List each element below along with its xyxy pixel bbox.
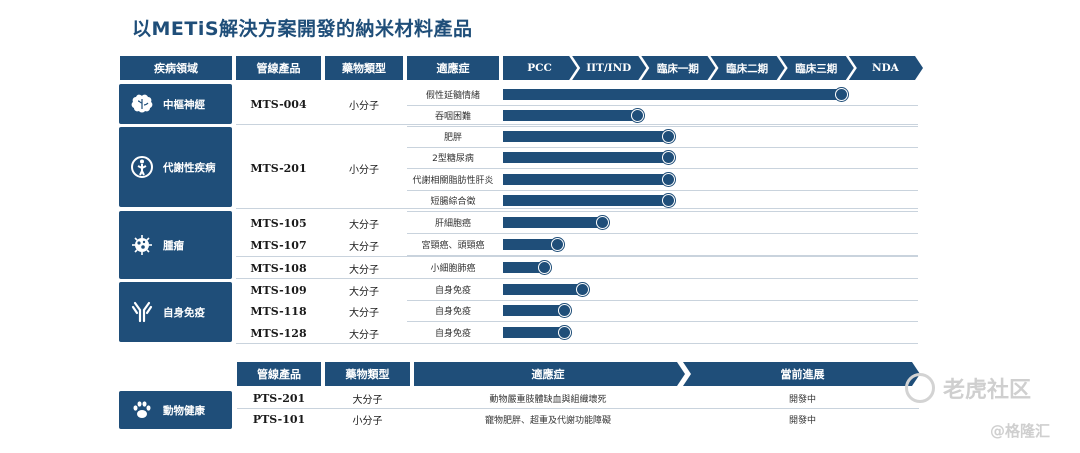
progress-endpoint (558, 303, 572, 317)
watermark-credit: @格隆汇 (990, 422, 1051, 440)
product-type: 大分子 (349, 241, 379, 253)
progress-endpoint (551, 237, 565, 251)
indication-label: 吞咽困難 (434, 112, 471, 122)
stage-label: 臨床一期 (656, 62, 699, 75)
progress-endpoint (575, 282, 589, 296)
animal-indication: 動物嚴重肢體缺血與組織壞死 (489, 394, 607, 405)
paw-icon (127, 395, 157, 425)
indication-separator (407, 343, 918, 344)
row-separator (236, 208, 918, 209)
animal-status: 開發中 (788, 415, 816, 426)
animal-product-type: 小分子 (352, 415, 383, 427)
product-type: 大分子 (349, 286, 379, 298)
area-label: 中樞神經 (163, 98, 205, 111)
area-label: 動物健康 (163, 404, 205, 417)
area-label: 自身免疫 (163, 306, 205, 319)
product-type: 小分子 (349, 100, 379, 112)
product-name: MTS-109 (250, 283, 307, 297)
page-title: 以METiS解決方案開發的納米材料產品 (132, 18, 473, 40)
progress-endpoint (834, 87, 848, 101)
indication-label: 自身免疫 (434, 307, 471, 317)
animal-header-product: 管線產品 (237, 362, 321, 386)
product-name: MTS-201 (250, 161, 307, 175)
area-label: 腫瘤 (163, 239, 184, 252)
tiger-logo-icon (905, 373, 935, 403)
area-label: 代謝性疾病 (163, 161, 216, 174)
product-type: 大分子 (349, 219, 379, 231)
progress-endpoint (662, 129, 675, 143)
area-animal-health: 動物健康 (119, 391, 232, 429)
indication-label: 自身免疫 (434, 286, 471, 296)
progress-bar (503, 89, 842, 100)
indication-label: 小細胞肺癌 (430, 264, 476, 274)
product-name: MTS-004 (250, 97, 307, 111)
product-type: 大分子 (349, 307, 379, 319)
progress-endpoint (596, 215, 610, 229)
product-name: MTS-107 (250, 238, 307, 252)
indication-label: 短腸綜合徵 (430, 197, 476, 207)
header-type: 藥物類型 (325, 56, 403, 80)
indication-label: 肝細胞癌 (434, 219, 471, 229)
progress-endpoint (537, 260, 551, 274)
stage-label: IIT/IND (586, 62, 632, 74)
indication-label: 2型糖尿病 (432, 154, 474, 164)
animal-product-type: 大分子 (352, 394, 383, 406)
area-metabolic: 代謝性疾病 (119, 127, 232, 207)
stage-label: 臨床三期 (795, 62, 838, 75)
product-type: 大分子 (349, 264, 379, 276)
indication-label: 自身免疫 (434, 329, 471, 339)
header-product: 管線產品 (236, 56, 321, 80)
watermark-brand: 老虎社区 (905, 372, 1031, 404)
indication-label: 代謝相關脂肪性肝炎 (412, 176, 494, 186)
progress-bar (503, 239, 559, 250)
header-area: 疾病領域 (120, 56, 232, 80)
animal-product-name: PTS-201 (252, 391, 306, 405)
animal-header-status: 當前進展 (780, 368, 825, 381)
area-autoimmune: 自身免疫 (119, 282, 232, 342)
stage-label: NDA (871, 62, 899, 74)
product-type: 大分子 (349, 329, 379, 341)
row-separator (236, 124, 918, 125)
header-indication: 適應症 (407, 56, 499, 80)
area-cns: 中樞神經 (119, 84, 232, 124)
animal-header-indication: 適應症 (531, 368, 565, 381)
product-name: MTS-128 (250, 326, 307, 340)
indication-separator (407, 255, 918, 256)
animal-product-name: PTS-101 (252, 412, 306, 426)
stage-label: 臨床二期 (726, 62, 769, 75)
animal-indication: 寵物肥胖、超重及代謝功能障礙 (484, 415, 611, 426)
progress-endpoint (662, 150, 675, 164)
animal-header-type: 藥物類型 (325, 362, 410, 386)
progress-bar (503, 217, 604, 228)
animal-status: 開發中 (788, 394, 816, 405)
indication-label: 肥胖 (443, 133, 462, 143)
progress-bar (503, 110, 638, 121)
indication-label: 宮頸癌、頭頸癌 (421, 241, 485, 251)
antibody-icon (127, 297, 157, 327)
progress-bar (503, 195, 669, 206)
progress-endpoint (630, 108, 644, 122)
metabolism-icon (127, 152, 157, 182)
product-name: MTS-118 (250, 304, 307, 318)
progress-bar (503, 305, 566, 316)
product-name: MTS-108 (250, 261, 307, 275)
progress-bar (503, 131, 669, 142)
progress-bar (503, 152, 669, 163)
progress-bar (503, 327, 566, 338)
product-type: 小分子 (349, 164, 379, 176)
progress-endpoint (662, 193, 675, 207)
progress-bar (503, 284, 583, 295)
progress-bar (503, 174, 669, 185)
area-oncology: 腫瘤 (119, 211, 232, 279)
brain-icon (127, 89, 157, 119)
progress-endpoint (558, 325, 572, 339)
row-separator (236, 256, 918, 257)
indication-label: 假性延髓情緒 (425, 91, 480, 101)
progress-endpoint (662, 172, 675, 186)
row-separator (237, 408, 919, 409)
tumor-cell-icon (127, 230, 157, 260)
product-name: MTS-105 (250, 216, 307, 230)
stage-label: PCC (527, 62, 552, 74)
